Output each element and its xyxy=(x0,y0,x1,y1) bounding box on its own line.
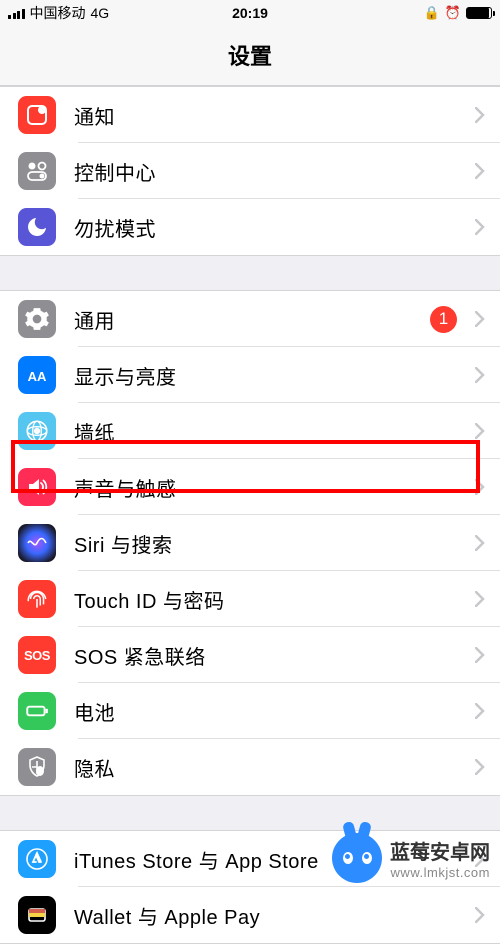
watermark-url: www.lmkjst.com xyxy=(390,865,490,880)
chevron-right-icon xyxy=(475,479,485,495)
chevron-right-icon xyxy=(475,703,485,719)
chevron-right-icon xyxy=(475,591,485,607)
cell-battery[interactable]: 电池 xyxy=(0,683,500,739)
cell-touchid[interactable]: Touch ID 与密码 xyxy=(0,571,500,627)
alarm-icon: ⏰ xyxy=(445,5,461,21)
cell-sound[interactable]: 声音与触感 xyxy=(0,459,500,515)
signal-icon xyxy=(8,7,25,19)
status-time: 20:19 xyxy=(232,5,268,21)
cell-siri[interactable]: Siri 与搜索 xyxy=(0,515,500,571)
cell-privacy[interactable]: 隐私 xyxy=(0,739,500,795)
cell-label: Siri 与搜索 xyxy=(74,529,467,558)
sos-icon-text: SOS xyxy=(24,648,50,663)
control-center-icon xyxy=(18,152,56,190)
settings-group-2: 通用 1 AA 显示与亮度 墙纸 声音与触感 Siri 与搜索 Touch xyxy=(0,290,500,796)
cell-label: SOS 紧急联络 xyxy=(74,641,467,670)
cell-sos[interactable]: SOS SOS 紧急联络 xyxy=(0,627,500,683)
watermark-mascot-icon xyxy=(332,833,382,883)
settings-group-1: 通知 控制中心 勿扰模式 xyxy=(0,86,500,256)
cell-label: Touch ID 与密码 xyxy=(74,585,467,614)
cell-label: 电池 xyxy=(74,697,467,726)
cell-label: 勿扰模式 xyxy=(74,213,467,242)
cell-label: 显示与亮度 xyxy=(74,361,467,390)
display-icon: AA xyxy=(18,356,56,394)
app-store-icon xyxy=(18,840,56,878)
cell-wallet[interactable]: Wallet 与 Apple Pay xyxy=(0,887,500,943)
status-bar: 中国移动 4G 20:19 🔒 ⏰ xyxy=(0,0,500,25)
notification-badge: 1 xyxy=(430,306,457,333)
status-left: 中国移动 4G xyxy=(8,3,109,23)
chevron-right-icon xyxy=(475,219,485,235)
cell-wallpaper[interactable]: 墙纸 xyxy=(0,403,500,459)
cell-label: 隐私 xyxy=(74,753,467,782)
general-icon xyxy=(18,300,56,338)
svg-text:AA: AA xyxy=(28,369,47,384)
chevron-right-icon xyxy=(475,311,485,327)
sound-icon xyxy=(18,468,56,506)
cell-label: 声音与触感 xyxy=(74,473,467,502)
chevron-right-icon xyxy=(475,107,485,123)
cell-label: 墙纸 xyxy=(74,417,467,446)
watermark: 蓝莓安卓网 www.lmkjst.com xyxy=(332,833,490,883)
cell-label: 控制中心 xyxy=(74,157,467,186)
cell-notifications[interactable]: 通知 xyxy=(0,87,500,143)
cell-control-center[interactable]: 控制中心 xyxy=(0,143,500,199)
wallpaper-icon xyxy=(18,412,56,450)
privacy-icon xyxy=(18,748,56,786)
page-title: 设置 xyxy=(0,25,500,86)
watermark-title: 蓝莓安卓网 xyxy=(390,836,490,865)
chevron-right-icon xyxy=(475,423,485,439)
touchid-icon xyxy=(18,580,56,618)
battery-cell-icon xyxy=(18,692,56,730)
cell-dnd[interactable]: 勿扰模式 xyxy=(0,199,500,255)
cell-label: 通知 xyxy=(74,101,467,130)
chevron-right-icon xyxy=(475,163,485,179)
cell-display[interactable]: AA 显示与亮度 xyxy=(0,347,500,403)
battery-icon xyxy=(466,7,492,19)
wallet-icon xyxy=(18,896,56,934)
carrier-label: 中国移动 xyxy=(30,3,86,23)
chevron-right-icon xyxy=(475,367,485,383)
sos-icon: SOS xyxy=(18,636,56,674)
dnd-icon xyxy=(18,208,56,246)
chevron-right-icon xyxy=(475,759,485,775)
cell-general[interactable]: 通用 1 xyxy=(0,291,500,347)
notifications-icon xyxy=(18,96,56,134)
orientation-lock-icon: 🔒 xyxy=(424,5,440,21)
chevron-right-icon xyxy=(475,647,485,663)
cell-label: 通用 xyxy=(74,305,430,334)
chevron-right-icon xyxy=(475,907,485,923)
chevron-right-icon xyxy=(475,535,485,551)
network-label: 4G xyxy=(91,5,110,21)
siri-icon xyxy=(18,524,56,562)
cell-label: Wallet 与 Apple Pay xyxy=(74,901,467,930)
status-right: 🔒 ⏰ xyxy=(424,5,492,21)
